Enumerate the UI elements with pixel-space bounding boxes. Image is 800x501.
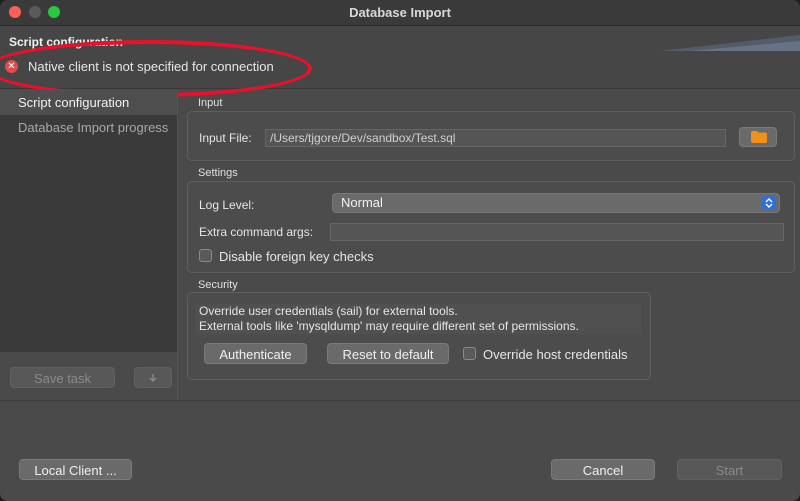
save-task-button[interactable]: Save task bbox=[10, 367, 115, 388]
security-description: Override user credentials (sail) for ext… bbox=[195, 304, 641, 334]
disable-fk-checkbox[interactable] bbox=[199, 249, 212, 262]
security-line-2: External tools like 'mysqldump' may requ… bbox=[199, 319, 579, 333]
input-file-field[interactable]: /Users/tjgore/Dev/sandbox/Test.sql bbox=[265, 129, 726, 147]
database-import-window: Database Import Script configuration ✕ N… bbox=[0, 0, 800, 501]
sidebar-item-script-configuration[interactable]: Script configuration bbox=[0, 90, 177, 115]
save-task-menu-button[interactable] bbox=[134, 367, 172, 388]
security-group-label: Security bbox=[198, 279, 238, 291]
select-arrows-icon bbox=[762, 196, 776, 210]
extra-args-field[interactable] bbox=[330, 223, 784, 241]
override-host-label: Override host credentials bbox=[483, 347, 628, 362]
title-bar: Database Import bbox=[0, 0, 800, 26]
page-header: Script configuration ✕ Native client is … bbox=[0, 27, 800, 97]
extra-args-label: Extra command args: bbox=[199, 225, 314, 239]
cancel-button[interactable]: Cancel bbox=[551, 459, 655, 480]
input-group-label: Input bbox=[198, 97, 223, 109]
log-level-label: Log Level: bbox=[199, 198, 255, 212]
error-icon: ✕ bbox=[5, 59, 18, 73]
sidebar-item-import-progress[interactable]: Database Import progress bbox=[0, 115, 177, 140]
sidebar-actions: Save task bbox=[0, 352, 178, 400]
local-client-button[interactable]: Local Client ... bbox=[19, 459, 132, 480]
log-level-value: Normal bbox=[341, 195, 383, 210]
wizard-sidebar: Script configuration Database Import pro… bbox=[0, 90, 178, 352]
settings-group-label: Settings bbox=[198, 167, 238, 179]
dialog-footer: Local Client ... Cancel Start bbox=[0, 400, 800, 501]
window-title: Database Import bbox=[349, 5, 451, 20]
folder-icon bbox=[751, 131, 767, 143]
header-banner-graphic bbox=[660, 35, 800, 51]
error-message: Native client is not specified for conne… bbox=[28, 58, 274, 74]
start-button[interactable]: Start bbox=[677, 459, 782, 480]
log-level-select[interactable]: Normal bbox=[332, 193, 780, 213]
download-icon bbox=[149, 374, 157, 382]
authenticate-button[interactable]: Authenticate bbox=[204, 343, 307, 364]
browse-file-button[interactable] bbox=[739, 127, 777, 147]
security-line-1: Override user credentials (sail) for ext… bbox=[199, 304, 458, 318]
error-message-row: ✕ Native client is not specified for con… bbox=[5, 57, 274, 75]
page-title: Script configuration bbox=[9, 35, 123, 49]
reset-to-default-button[interactable]: Reset to default bbox=[327, 343, 449, 364]
disable-fk-label: Disable foreign key checks bbox=[219, 249, 374, 264]
input-file-label: Input File: bbox=[199, 131, 252, 145]
override-host-checkbox[interactable] bbox=[463, 347, 476, 360]
